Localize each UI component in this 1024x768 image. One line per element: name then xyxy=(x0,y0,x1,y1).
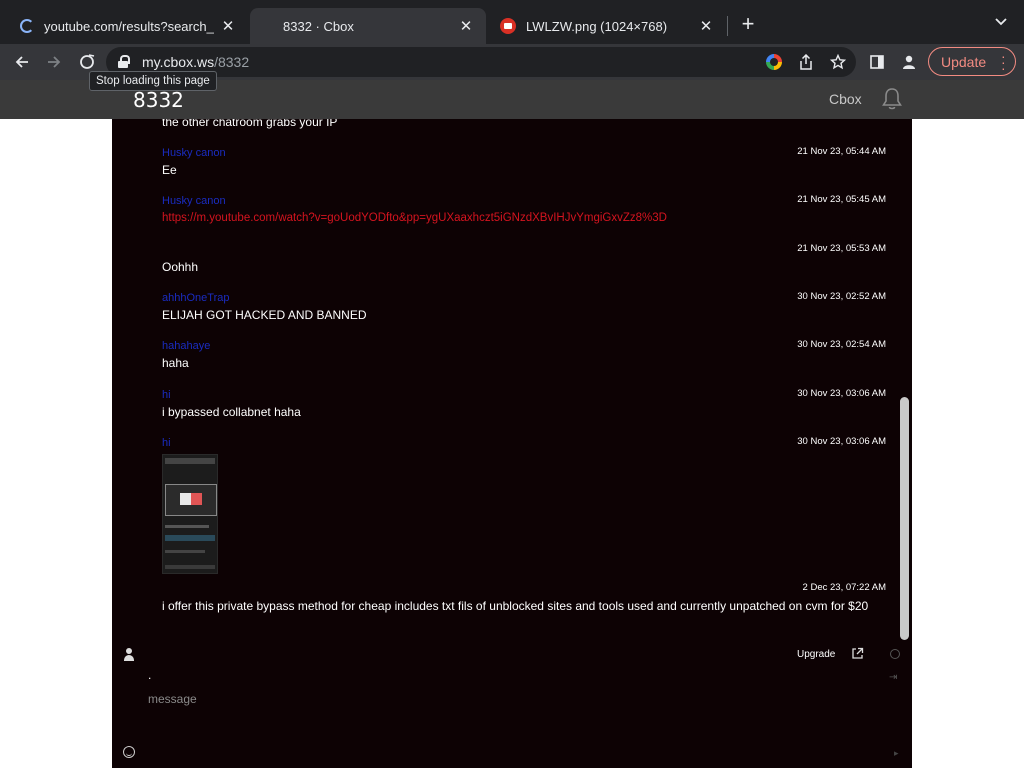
message-input[interactable] xyxy=(142,686,842,758)
star-icon[interactable] xyxy=(828,52,848,72)
message-text: Ee xyxy=(162,163,177,177)
close-tab-icon[interactable]: ✕ xyxy=(220,18,236,35)
smile-icon[interactable] xyxy=(123,746,135,758)
message-author[interactable]: ahhhOneTrap xyxy=(162,291,888,305)
tab-title: youtube.com/results?search_q xyxy=(44,18,214,34)
lock-icon[interactable] xyxy=(118,55,130,68)
message-text: ELIJAH GOT HACKED AND BANNED xyxy=(162,308,367,322)
message-time: 30 Nov 23, 03:06 AM xyxy=(797,436,886,447)
page-title: 8332 xyxy=(133,88,184,112)
list-item: hi 30 Nov 23, 03:06 AM xyxy=(162,436,888,574)
message-author[interactable] xyxy=(162,582,888,596)
message-time: 30 Nov 23, 02:52 AM xyxy=(797,291,886,302)
message-author[interactable]: hi xyxy=(162,388,888,402)
address-bar[interactable]: my.cbox.ws/8332 xyxy=(106,47,856,77)
close-tab-icon[interactable]: ✕ xyxy=(698,18,714,35)
back-icon[interactable] xyxy=(8,48,36,76)
message-text: Oohhh xyxy=(162,260,199,274)
message-text: the other chatroom grabs your IP xyxy=(162,119,338,129)
close-tab-icon[interactable]: ✕ xyxy=(458,18,474,35)
url-text: my.cbox.ws/8332 xyxy=(142,54,250,70)
more-menu-icon[interactable]: · · · xyxy=(1001,49,1006,75)
list-item: Husky canon 21 Nov 23, 05:44 AM Ee xyxy=(162,146,888,178)
list-item: hahahaye 30 Nov 23, 02:54 AM haha xyxy=(162,339,888,371)
tab-strip: youtube.com/results?search_q ✕ 8332 · Cb… xyxy=(0,0,1024,44)
message-author[interactable]: hahahaye xyxy=(162,339,888,353)
list-item: ahhhOneTrap 30 Nov 23, 02:52 AM ELIJAH G… xyxy=(162,291,888,323)
stop-loading-tooltip: Stop loading this page xyxy=(89,71,217,91)
message-author[interactable] xyxy=(162,243,888,257)
message-time: 21 Nov 23, 05:44 AM xyxy=(797,146,886,157)
update-button[interactable]: Update · · · xyxy=(928,47,1016,76)
profile-icon[interactable] xyxy=(895,48,923,76)
tab-separator xyxy=(727,16,728,36)
google-icon[interactable] xyxy=(764,52,784,72)
external-link-icon[interactable] xyxy=(851,647,864,660)
message-time: 2 Dec 23, 07:22 AM xyxy=(802,582,886,593)
message-time: 21 Nov 23, 05:53 AM xyxy=(797,243,886,254)
tab-title: LWLZW.png (1024×768) xyxy=(526,18,668,34)
message-time: 30 Nov 23, 02:54 AM xyxy=(797,339,886,350)
message-author[interactable]: Husky canon xyxy=(162,146,888,160)
list-item: the other chatroom grabs your IP xyxy=(162,119,888,130)
tab-search-chevron-icon[interactable] xyxy=(990,14,1012,34)
new-tab-button[interactable]: + xyxy=(736,12,760,36)
message-time: 21 Nov 23, 05:45 AM xyxy=(797,194,886,205)
message-composer: Upgrade ⇥ . ▸ xyxy=(112,642,912,768)
message-time: 30 Nov 23, 03:06 AM xyxy=(797,388,886,399)
forward-icon[interactable] xyxy=(40,48,68,76)
bell-icon[interactable] xyxy=(879,86,905,112)
message-author[interactable]: hi xyxy=(162,436,888,450)
list-item: Husky canon 21 Nov 23, 05:45 AM https://… xyxy=(162,194,888,226)
share-icon[interactable] xyxy=(796,52,816,72)
send-icon[interactable]: ▸ xyxy=(894,748,899,759)
loading-spinner-icon xyxy=(20,19,34,33)
message-link[interactable]: https://m.youtube.com/watch?v=goUodYODft… xyxy=(162,210,888,226)
name-field-value[interactable]: . xyxy=(148,668,151,682)
message-text: i offer this private bypass method for c… xyxy=(162,599,869,613)
login-icon[interactable]: ⇥ xyxy=(889,672,897,683)
message-scrollbar[interactable] xyxy=(900,397,909,640)
message-author[interactable]: Husky canon xyxy=(162,194,888,208)
update-label: Update xyxy=(941,53,987,70)
chat-box: the other chatroom grabs your IP Husky c… xyxy=(112,119,912,768)
image-favicon-icon xyxy=(500,18,516,34)
list-item: 2 Dec 23, 07:22 AM i offer this private … xyxy=(162,582,888,614)
status-circle-icon[interactable] xyxy=(890,649,900,659)
image-thumbnail[interactable] xyxy=(162,454,218,574)
sidebar-icon[interactable] xyxy=(863,48,891,76)
tab-image[interactable]: LWLZW.png (1024×768) ✕ xyxy=(488,8,726,44)
tab-youtube[interactable]: youtube.com/results?search_q ✕ xyxy=(8,8,248,44)
message-list[interactable]: the other chatroom grabs your IP Husky c… xyxy=(112,119,898,642)
message-text: i bypassed collabnet haha xyxy=(162,405,301,419)
message-text: haha xyxy=(162,356,189,370)
list-item: 21 Nov 23, 05:53 AM Oohhh xyxy=(162,243,888,275)
upgrade-link[interactable]: Upgrade xyxy=(797,649,835,660)
list-item: hi 30 Nov 23, 03:06 AM i bypassed collab… xyxy=(162,388,888,420)
cbox-nav-link[interactable]: Cbox xyxy=(829,91,862,107)
user-icon[interactable] xyxy=(123,648,135,662)
tab-cbox[interactable]: 8332 · Cbox ✕ xyxy=(250,8,486,44)
tab-title: 8332 · Cbox xyxy=(283,18,354,34)
